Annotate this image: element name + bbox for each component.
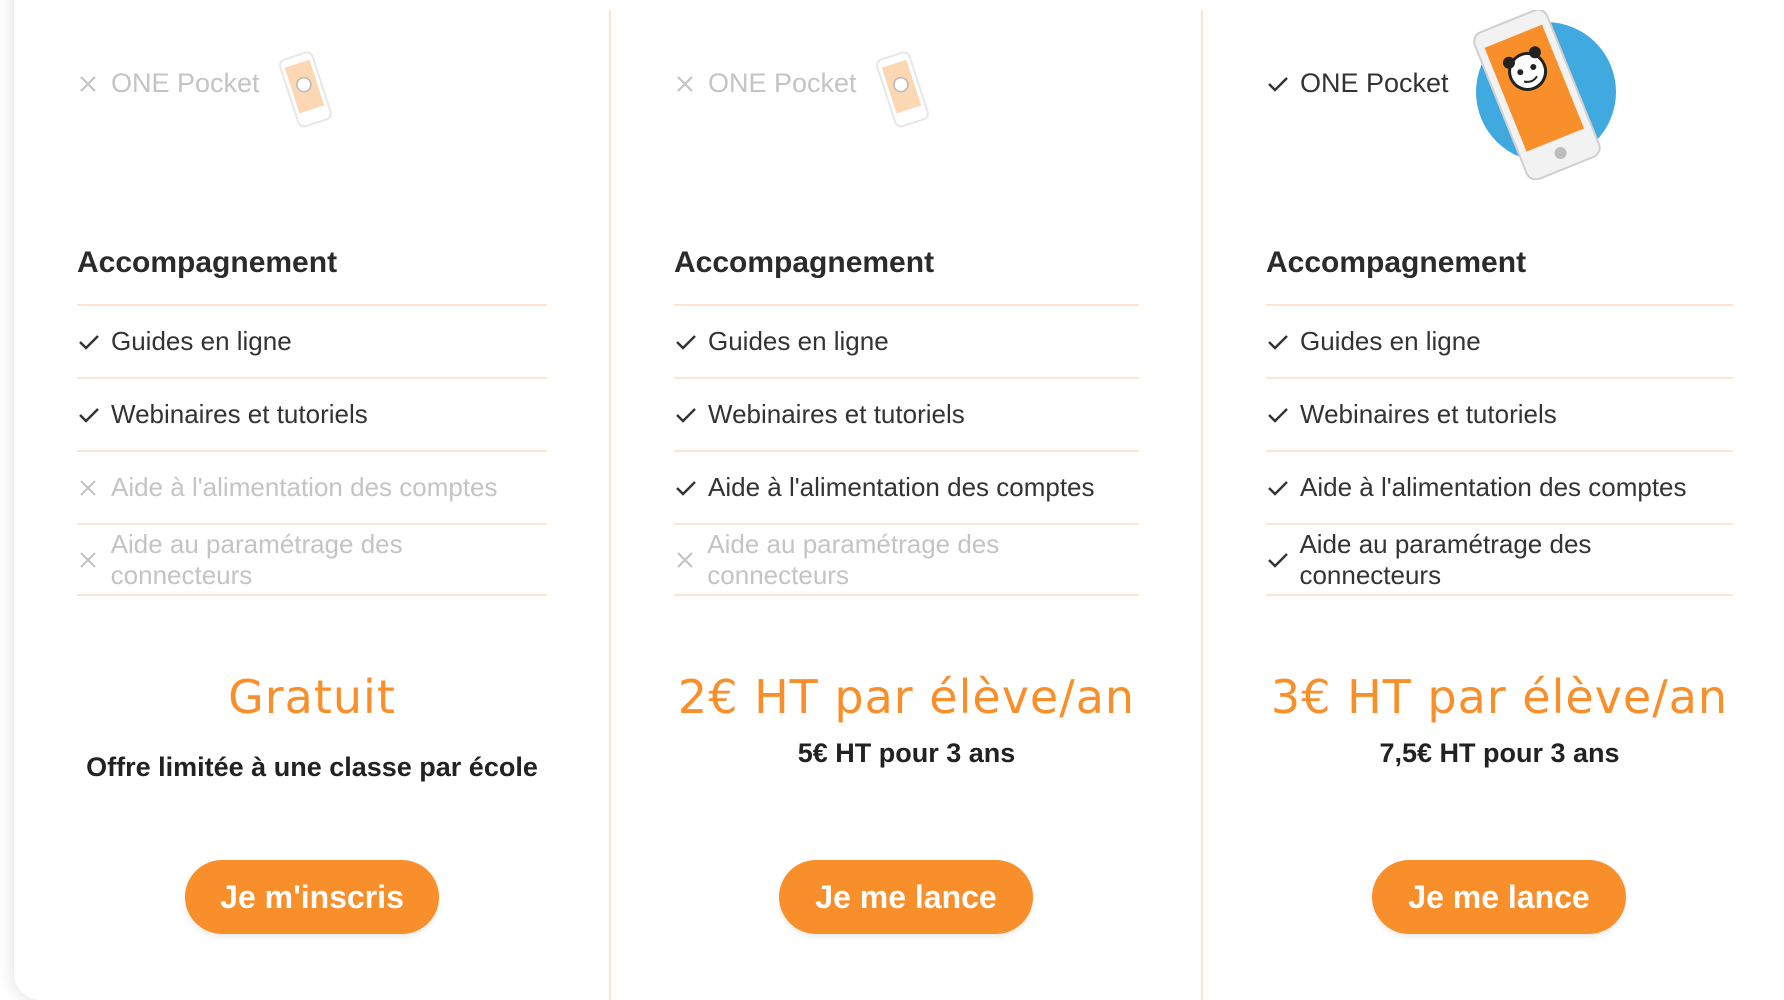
plan-column-premium: ONE Pocket Accompagnement Guides en lign…	[1266, 0, 1733, 999]
feature-item: Guides en ligne	[77, 304, 547, 377]
check-icon	[1266, 332, 1300, 352]
section-title: Accompagnement	[1266, 246, 1527, 279]
phone-icon	[872, 48, 936, 139]
check-icon	[1266, 478, 1300, 498]
feature-item: Aide à l'alimentation des comptes	[77, 450, 547, 523]
pocket-feature: ONE Pocket	[674, 68, 857, 99]
check-icon	[674, 332, 708, 352]
check-icon	[77, 405, 111, 425]
cross-icon	[77, 549, 111, 571]
feature-list: Guides en ligne Webinaires et tutoriels …	[1266, 304, 1733, 596]
price-note: Offre limitée à une classe par école	[86, 752, 538, 782]
plan-price: 3€ HT par élève/an	[1270, 670, 1729, 724]
cross-icon	[674, 73, 708, 95]
feature-item: Webinaires et tutoriels	[77, 377, 547, 450]
pocket-label: ONE Pocket	[1300, 68, 1449, 98]
feature-label: Webinaires et tutoriels	[111, 399, 368, 429]
feature-label: Aide au paramétrage des connecteurs	[707, 528, 1000, 590]
start-button[interactable]: Je me lance	[1372, 860, 1626, 934]
feature-item: Aide à l'alimentation des comptes	[674, 450, 1139, 523]
feature-item: Aide au paramétrage des connecteurs	[77, 523, 547, 596]
feature-item: Aide au paramétrage des connecteurs	[1266, 523, 1733, 596]
cross-icon	[77, 73, 111, 95]
feature-label: Aide à l'alimentation des comptes	[1300, 472, 1687, 502]
feature-label: Guides en ligne	[1300, 326, 1481, 356]
signup-button[interactable]: Je m'inscris	[185, 860, 439, 934]
price-note: 5€ HT pour 3 ans	[797, 738, 1016, 768]
column-divider	[609, 10, 611, 1000]
plan-column-free: ONE Pocket Accompagnement Guides en lign…	[77, 0, 547, 999]
price-note: 7,5€ HT pour 3 ans	[1379, 738, 1620, 768]
feature-label: Guides en ligne	[708, 326, 889, 356]
check-icon	[77, 332, 111, 352]
feature-item: Webinaires et tutoriels	[674, 377, 1139, 450]
column-divider	[1201, 10, 1203, 1000]
feature-list: Guides en ligne Webinaires et tutoriels …	[674, 304, 1139, 596]
pocket-feature: ONE Pocket	[1266, 68, 1449, 99]
section-title: Accompagnement	[77, 246, 338, 279]
check-icon	[674, 478, 708, 498]
check-icon	[674, 405, 708, 425]
feature-label: Aide au paramétrage des connecteurs	[110, 528, 403, 590]
feature-label: Webinaires et tutoriels	[1300, 399, 1557, 429]
plan-column-standard: ONE Pocket Accompagnement Guides en lign…	[674, 0, 1139, 999]
feature-label: Aide à l'alimentation des comptes	[708, 472, 1095, 502]
feature-item: Aide à l'alimentation des comptes	[1266, 450, 1733, 523]
feature-list: Guides en ligne Webinaires et tutoriels …	[77, 304, 547, 596]
feature-item: Guides en ligne	[674, 304, 1139, 377]
check-icon	[1266, 550, 1299, 570]
cross-icon	[77, 477, 111, 499]
phone-mascot-icon	[1466, 8, 1616, 185]
check-icon	[1266, 405, 1300, 425]
pocket-feature: ONE Pocket	[77, 68, 260, 99]
feature-item: Guides en ligne	[1266, 304, 1733, 377]
feature-label: Aide au paramétrage des connecteurs	[1299, 528, 1592, 590]
feature-label: Guides en ligne	[111, 326, 292, 356]
feature-label: Webinaires et tutoriels	[708, 399, 965, 429]
plan-price: 2€ HT par élève/an	[677, 670, 1136, 724]
feature-label: Aide à l'alimentation des comptes	[111, 472, 498, 502]
cross-icon	[674, 549, 707, 571]
plan-price: Gratuit	[228, 670, 396, 724]
feature-item: Aide au paramétrage des connecteurs	[674, 523, 1139, 596]
pocket-label: ONE Pocket	[708, 68, 857, 98]
start-button[interactable]: Je me lance	[779, 860, 1033, 934]
pocket-label: ONE Pocket	[111, 68, 260, 98]
check-icon	[1266, 74, 1300, 94]
feature-item: Webinaires et tutoriels	[1266, 377, 1733, 450]
section-title: Accompagnement	[674, 246, 935, 279]
phone-icon	[275, 48, 339, 139]
